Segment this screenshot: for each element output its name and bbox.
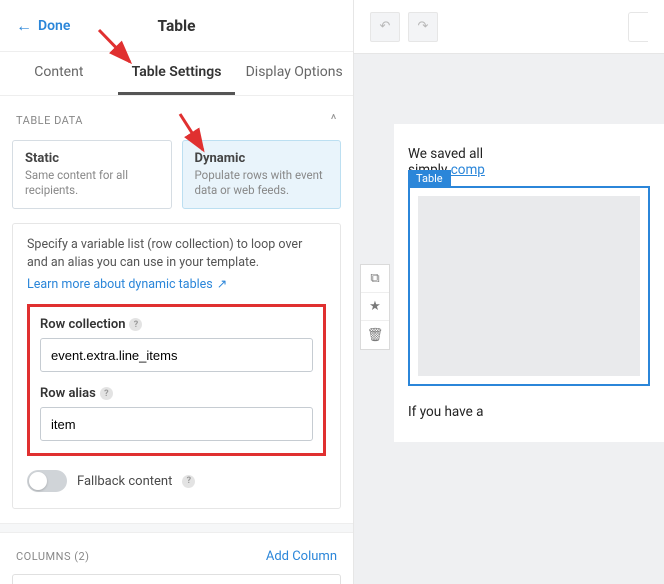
sidebar-tabs: Content Table Settings Display Options <box>0 52 353 96</box>
row-fields-highlight: Row collection ? Row alias ? <box>27 304 326 456</box>
help-icon[interactable]: ? <box>182 475 195 488</box>
collapse-icon[interactable]: ^ <box>331 112 337 128</box>
fallback-toggle[interactable] <box>27 470 67 492</box>
canvas-toolbar: ↶ ↷ <box>354 0 664 54</box>
columns-heading-text: Columns <box>16 550 71 563</box>
columns-heading: Columns (2) <box>16 550 90 563</box>
learn-more-link[interactable]: Learn more about dynamic tables ↗ <box>27 276 227 292</box>
columns-head: Columns (2) Add Column <box>0 533 353 574</box>
canvas-scroll[interactable]: ⧉ ★ 🗑 We saved all simply comp Table If … <box>354 54 664 584</box>
sidebar-header: ← Done Table <box>0 0 353 52</box>
done-label: Done <box>38 18 70 34</box>
row-collection-label-text: Row collection <box>40 317 125 332</box>
done-button[interactable]: ← Done <box>16 16 70 36</box>
row-collection-input[interactable] <box>40 338 313 372</box>
row-collection-label: Row collection ? <box>40 317 313 332</box>
redo-icon: ↷ <box>418 19 429 34</box>
type-card-dynamic[interactable]: Dynamic Populate rows with event data or… <box>182 140 342 209</box>
editor-sidebar: ← Done Table Content Table Settings Disp… <box>0 0 354 584</box>
data-type-toggle: Static Same content for all recipients. … <box>0 136 353 223</box>
duplicate-button[interactable]: ⧉ <box>361 265 389 293</box>
section-table-data-head: Table Data ^ <box>0 96 353 136</box>
static-title: Static <box>25 151 159 166</box>
tab-display-options[interactable]: Display Options <box>235 52 353 95</box>
external-link-icon: ↗ <box>217 276 227 292</box>
table-placeholder <box>418 196 640 376</box>
row-alias-label-text: Row alias <box>40 386 96 401</box>
dynamic-desc: Populate rows with event data or web fee… <box>195 168 329 198</box>
editor-canvas: ↶ ↷ ⧉ ★ 🗑 We saved all simply comp Table <box>354 0 664 584</box>
help-icon[interactable]: ? <box>100 387 113 400</box>
email-link[interactable]: comp <box>451 162 485 178</box>
fallback-row: Fallback content ? <box>27 470 326 492</box>
dynamic-title: Dynamic <box>195 151 329 166</box>
block-actions: ⧉ ★ 🗑 <box>360 264 390 350</box>
undo-button[interactable]: ↶ <box>370 12 400 42</box>
tab-content[interactable]: Content <box>0 52 118 95</box>
help-icon[interactable]: ? <box>129 318 142 331</box>
back-arrow-icon: ← <box>16 16 32 36</box>
dynamic-config: Specify a variable list (row collection)… <box>12 223 341 509</box>
section-divider <box>0 523 353 533</box>
dynamic-instructions: Specify a variable list (row collection)… <box>27 236 326 272</box>
tab-table-settings[interactable]: Table Settings <box>118 52 236 95</box>
sidebar-scroll[interactable]: Table Data ^ Static Same content for all… <box>0 96 353 584</box>
email-text-1: We saved all <box>408 146 483 162</box>
undo-icon: ↶ <box>380 19 391 34</box>
redo-button[interactable]: ↷ <box>408 12 438 42</box>
delete-button[interactable]: 🗑 <box>361 321 389 349</box>
favorite-button[interactable]: ★ <box>361 293 389 321</box>
static-desc: Same content for all recipients. <box>25 168 159 198</box>
fallback-label: Fallback content <box>77 474 172 489</box>
duplicate-icon: ⧉ <box>370 271 379 286</box>
star-icon: ★ <box>369 299 381 314</box>
selected-table-block[interactable]: Table <box>408 186 650 386</box>
column-item[interactable]: › Column 1 🗑 <box>12 574 341 584</box>
trash-icon: 🗑 <box>367 328 384 343</box>
type-card-static[interactable]: Static Same content for all recipients. <box>12 140 172 209</box>
columns-count: (2) <box>74 550 89 563</box>
add-column-button[interactable]: Add Column <box>266 549 337 564</box>
email-preview: We saved all simply comp Table If you ha… <box>394 124 664 442</box>
table-data-heading: Table Data <box>16 114 83 127</box>
row-alias-input[interactable] <box>40 407 313 441</box>
learn-more-text: Learn more about dynamic tables <box>27 277 213 292</box>
toolbar-right-button[interactable] <box>628 12 648 42</box>
row-alias-label: Row alias ? <box>40 386 313 401</box>
toggle-knob <box>29 472 47 490</box>
email-text-below: If you have a <box>408 404 650 420</box>
selection-tag: Table <box>408 170 451 187</box>
